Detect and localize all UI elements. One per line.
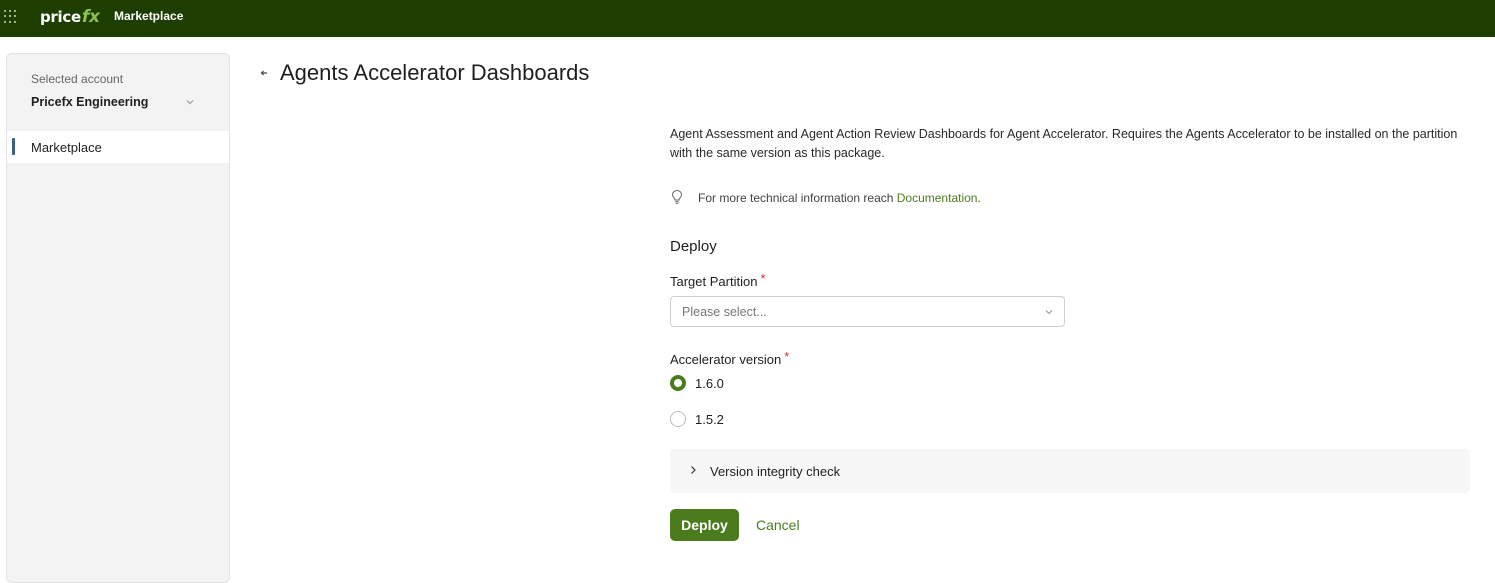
integrity-check-label: Version integrity check	[710, 464, 841, 479]
lightbulb-icon	[671, 189, 683, 204]
target-partition-label-text: Target Partition	[670, 274, 758, 289]
sidebar-item-marketplace[interactable]: Marketplace	[7, 131, 229, 163]
target-partition-label: Target Partition *	[670, 271, 766, 289]
cancel-button[interactable]: Cancel	[752, 509, 804, 541]
version-label: 1.6.0	[695, 375, 724, 391]
version-label: 1.5.2	[695, 411, 724, 427]
chevron-down-icon[interactable]	[184, 96, 196, 108]
version-integrity-check-panel[interactable]: Version integrity check	[670, 449, 1470, 493]
pricefx-logo[interactable]: price fx	[40, 7, 100, 29]
logo-fx: fx	[81, 7, 100, 27]
chevron-right-icon	[691, 466, 696, 474]
version-option-1-5-2[interactable]: 1.5.2	[670, 411, 724, 427]
package-description: Agent Assessment and Agent Action Review…	[670, 127, 1458, 160]
selected-account-label: Selected account	[31, 72, 124, 86]
documentation-tip: For more technical information reach Doc…	[698, 191, 981, 205]
page-title: Agents Accelerator Dashboards	[280, 60, 590, 85]
tip-text: For more technical information reach	[698, 191, 897, 205]
top-bar: price fx Marketplace	[0, 0, 1495, 37]
back-arrow-icon[interactable]	[258, 67, 270, 79]
radio-button-selected[interactable]	[670, 375, 686, 391]
version-option-1-6-0[interactable]: 1.6.0	[670, 375, 724, 391]
active-indicator	[12, 138, 15, 155]
deploy-button[interactable]: Deploy	[670, 509, 739, 541]
chevron-down-icon	[1045, 310, 1053, 315]
required-mark: *	[784, 349, 790, 364]
accelerator-version-label-text: Accelerator version	[670, 352, 782, 367]
deploy-heading: Deploy	[670, 238, 717, 255]
app-name: Marketplace	[114, 9, 184, 23]
select-placeholder: Please select...	[682, 305, 767, 319]
sidebar-item-label: Marketplace	[31, 139, 102, 155]
target-partition-select[interactable]: Please select...	[670, 296, 1065, 327]
logo-text: price	[40, 8, 81, 26]
sidebar: Selected account Pricefx Engineering Mar…	[6, 53, 230, 583]
radio-button[interactable]	[670, 411, 686, 427]
documentation-link[interactable]: Documentation	[897, 191, 978, 205]
account-name[interactable]: Pricefx Engineering	[31, 95, 148, 109]
app-launcher-icon[interactable]	[4, 10, 18, 24]
required-mark: *	[760, 271, 766, 286]
tip-suffix: .	[977, 191, 981, 205]
accelerator-version-label: Accelerator version *	[670, 349, 790, 367]
